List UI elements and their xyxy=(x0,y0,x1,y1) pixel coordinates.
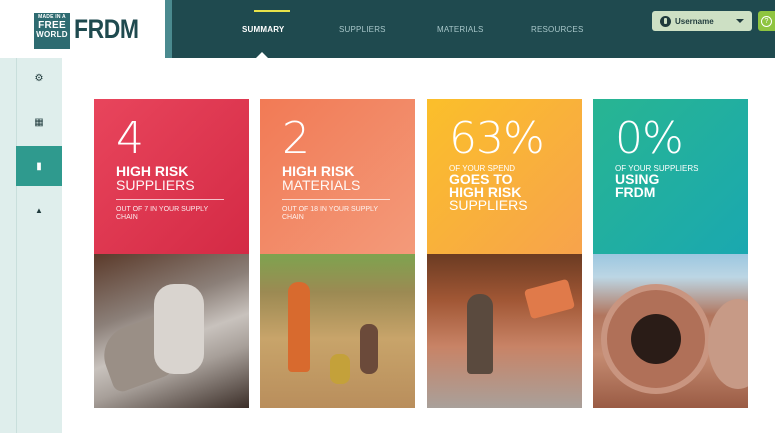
sidebar-item-summary[interactable]: ▮ xyxy=(16,146,62,186)
card-photo-steel-coils xyxy=(593,254,748,408)
gear-icon: ⚙ xyxy=(34,72,44,84)
user-icon xyxy=(660,15,671,27)
tab-materials[interactable]: Materials xyxy=(437,0,484,58)
card-photo-gloved-hands xyxy=(94,254,249,408)
card-high-risk-materials[interactable]: 2 High Risk Materials Out of 18 in your … xyxy=(260,99,415,408)
card-stat-panel: 0% Of your suppliers using FRDM xyxy=(593,99,748,254)
sidebar-item-alerts[interactable]: ▲ xyxy=(16,190,62,230)
card-photo-field-workers xyxy=(260,254,415,408)
logo-edge-divider xyxy=(165,0,172,58)
card-stat-panel: 63% Of your spend goes to high risk supp… xyxy=(427,99,582,254)
stat-line-3: FRDM xyxy=(615,184,656,200)
divider xyxy=(116,199,224,200)
stat-line-4: suppliers xyxy=(449,197,528,213)
stat-number: 4 xyxy=(116,113,144,164)
brand-name[interactable]: FRDM xyxy=(74,14,139,45)
divider xyxy=(282,199,390,200)
stat-title-light: Materials xyxy=(282,177,361,193)
card-photo-child-bricks xyxy=(427,254,582,408)
chart-icon: ▮ xyxy=(36,160,42,172)
card-suppliers-using-frdm[interactable]: 0% Of your suppliers using FRDM xyxy=(593,99,748,408)
tab-suppliers[interactable]: Suppliers xyxy=(339,0,386,58)
sidebar-item-settings[interactable]: ⚙ xyxy=(16,58,62,98)
help-icon: ? xyxy=(761,15,772,27)
stat-subtitle: Out of 7 in your supply chain xyxy=(116,206,209,221)
chevron-down-icon xyxy=(736,19,744,23)
tab-summary[interactable]: Summary xyxy=(242,0,284,58)
user-menu-button[interactable]: Username xyxy=(652,11,752,31)
help-button[interactable]: ? xyxy=(758,11,775,31)
app-window: MADE IN A FREE WORLD FRDM Summary Suppli… xyxy=(0,0,775,433)
username-label: Username xyxy=(675,16,714,26)
active-tab-caret xyxy=(256,52,268,58)
made-in-a-free-world-logo: MADE IN A FREE WORLD xyxy=(34,13,70,49)
sidebar-item-grid[interactable]: ▦ xyxy=(16,102,62,142)
badge-line-3: WORLD xyxy=(36,30,68,39)
card-stat-panel: 2 High Risk Materials Out of 18 in your … xyxy=(260,99,415,254)
sidebar: ⚙ ▦ ▮ ▲ xyxy=(0,58,62,433)
top-bar: MADE IN A FREE WORLD FRDM Summary Suppli… xyxy=(0,0,775,58)
stat-title-light: Suppliers xyxy=(116,177,195,193)
stat-number: 0% xyxy=(615,113,684,164)
logo-block: MADE IN A FREE WORLD FRDM xyxy=(0,0,172,58)
card-high-risk-suppliers[interactable]: 4 High Risk Suppliers Out of 7 in your s… xyxy=(94,99,249,408)
card-spend-high-risk[interactable]: 63% Of your spend goes to high risk supp… xyxy=(427,99,582,408)
tab-resources[interactable]: Resources xyxy=(531,0,583,58)
grid-icon: ▦ xyxy=(34,116,44,128)
bell-icon: ▲ xyxy=(35,205,43,215)
stat-number: 2 xyxy=(282,113,310,164)
stat-number: 63% xyxy=(449,113,545,164)
card-stat-panel: 4 High Risk Suppliers Out of 7 in your s… xyxy=(94,99,249,254)
stat-subtitle: Out of 18 in your supply chain xyxy=(282,206,378,221)
